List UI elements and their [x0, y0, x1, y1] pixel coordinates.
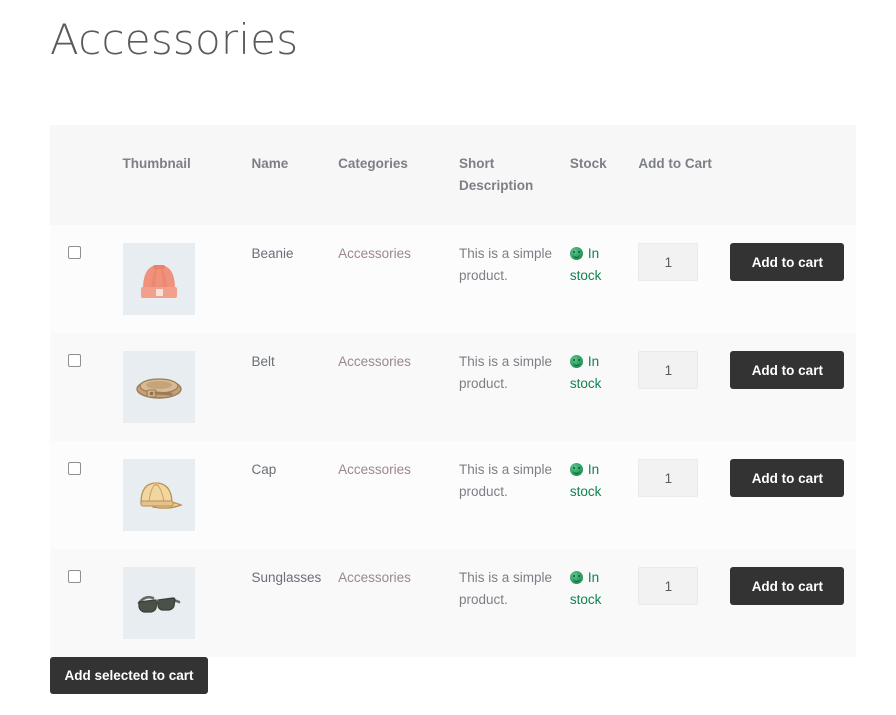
product-categories-cell: Accessories [338, 549, 459, 657]
row-thumbnail-cell [122, 549, 252, 657]
row-select-checkbox[interactable] [68, 570, 81, 583]
quantity-input[interactable] [638, 243, 699, 281]
column-header-name: Name [251, 125, 339, 225]
table-row: Cap Accessories This is a simple product… [50, 441, 856, 549]
category-link[interactable]: Accessories [338, 570, 411, 585]
table-row: Sunglasses Accessories This is a simple … [50, 549, 856, 657]
row-add-to-cart-cell: Add to cart [638, 225, 856, 333]
product-name: Sunglasses [251, 570, 322, 585]
product-name: Beanie [251, 246, 294, 261]
row-select-cell [50, 549, 123, 657]
sunglasses-thumbnail-icon[interactable] [122, 567, 195, 639]
green-smiley-icon [569, 571, 583, 584]
category-link[interactable]: Accessories [338, 354, 411, 369]
green-smiley-icon [569, 355, 583, 368]
row-thumbnail-cell [122, 333, 252, 441]
product-categories-cell: Accessories [338, 441, 459, 549]
product-table: Thumbnail Name Categories Short Descript… [50, 125, 856, 657]
table-row: Belt Accessories This is a simple produc… [50, 333, 856, 441]
product-name: Belt [251, 354, 275, 369]
belt-thumbnail-icon[interactable] [122, 351, 195, 423]
beanie-thumbnail-icon[interactable] [122, 243, 195, 315]
product-short-description: This is a simple product. [459, 570, 553, 607]
product-categories-cell: Accessories [338, 225, 459, 333]
product-table-page: Accessories Thumbnail Name Categories Sh… [0, 0, 896, 715]
row-thumbnail-cell [122, 441, 252, 549]
product-short-description: This is a simple product. [459, 462, 553, 499]
row-select-cell [50, 333, 123, 441]
product-short-description: This is a simple product. [459, 246, 553, 283]
product-categories-cell: Accessories [338, 333, 459, 441]
product-short-description: This is a simple product. [459, 354, 553, 391]
column-header-thumbnail: Thumbnail [122, 125, 252, 225]
product-name: Cap [251, 462, 277, 477]
quantity-input[interactable] [638, 459, 699, 497]
table-header: Thumbnail Name Categories Short Descript… [50, 125, 856, 225]
product-stock-status: In stock [569, 225, 639, 333]
row-add-to-cart-cell: Add to cart [638, 549, 856, 657]
product-stock-status: In stock [569, 333, 639, 441]
green-smiley-icon [569, 463, 583, 476]
table-body: Beanie Accessories This is a simple prod… [50, 225, 856, 657]
column-header-select [50, 125, 123, 225]
product-stock-status: In stock [569, 549, 639, 657]
column-header-categories: Categories [338, 125, 460, 225]
add-to-cart-button[interactable]: Add to cart [730, 567, 845, 605]
add-selected-to-cart-button[interactable]: Add selected to cart [50, 657, 208, 694]
column-header-short-description: Short Description [459, 125, 570, 225]
row-add-to-cart-cell: Add to cart [638, 441, 856, 549]
row-select-cell [50, 225, 123, 333]
row-add-to-cart-cell: Add to cart [638, 333, 856, 441]
table-header-row: Thumbnail Name Categories Short Descript… [50, 125, 856, 225]
row-select-checkbox[interactable] [68, 462, 81, 475]
page-title: Accessories [50, 15, 299, 64]
row-select-checkbox[interactable] [68, 354, 81, 367]
add-to-cart-button[interactable]: Add to cart [730, 459, 845, 497]
column-header-add-to-cart: Add to Cart [638, 125, 856, 225]
product-stock-status: In stock [569, 441, 639, 549]
table-row: Beanie Accessories This is a simple prod… [50, 225, 856, 333]
add-to-cart-button[interactable]: Add to cart [730, 243, 845, 281]
column-header-stock: Stock [569, 125, 639, 225]
add-to-cart-button[interactable]: Add to cart [730, 351, 845, 389]
category-link[interactable]: Accessories [338, 462, 411, 477]
row-thumbnail-cell [122, 225, 252, 333]
row-select-cell [50, 441, 123, 549]
cap-thumbnail-icon[interactable] [122, 459, 195, 531]
quantity-input[interactable] [638, 351, 699, 389]
row-select-checkbox[interactable] [68, 246, 81, 259]
category-link[interactable]: Accessories [338, 246, 411, 261]
quantity-input[interactable] [638, 567, 699, 605]
green-smiley-icon [569, 247, 583, 260]
